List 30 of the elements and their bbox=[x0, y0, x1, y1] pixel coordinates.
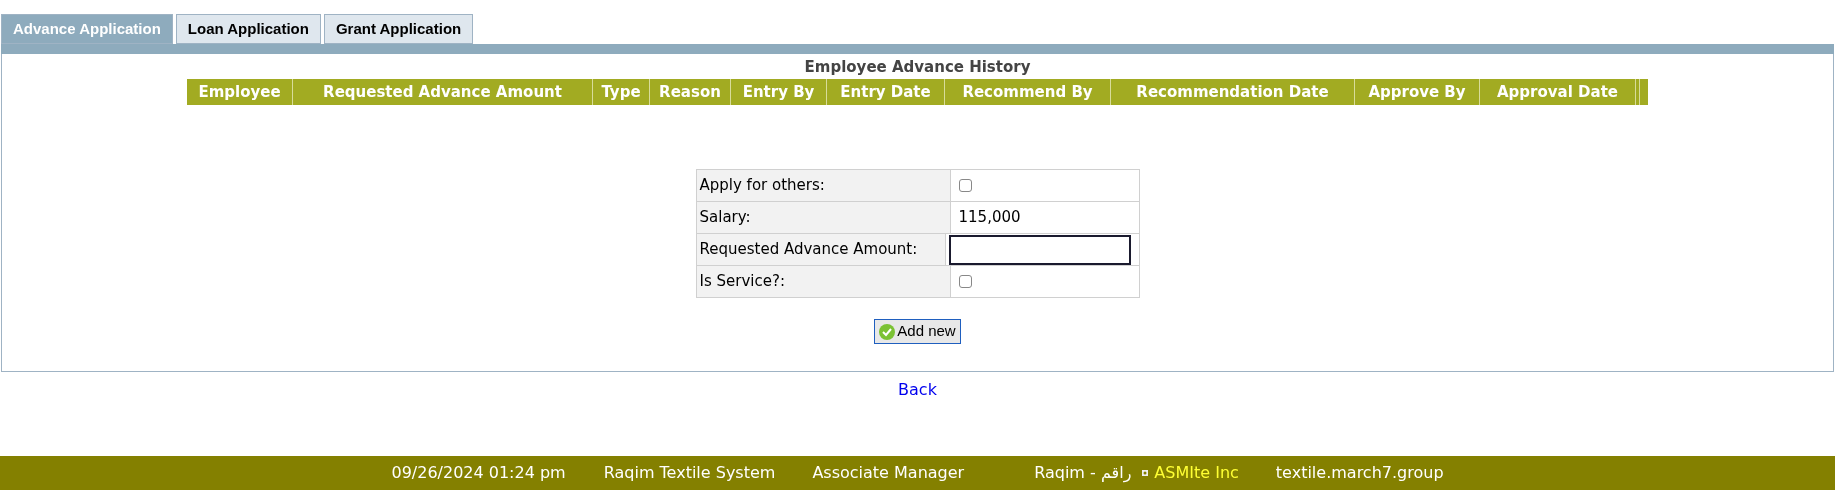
column-header: Recommend By bbox=[945, 79, 1111, 105]
field-label: Is Service?: bbox=[696, 266, 951, 297]
checkbox[interactable] bbox=[958, 179, 972, 192]
add-new-button[interactable]: Add new bbox=[874, 319, 961, 344]
column-header: Approve By bbox=[1355, 79, 1480, 105]
status-domain: textile.march7.group bbox=[1275, 462, 1444, 484]
column-header: Reason bbox=[650, 79, 731, 105]
checkbox[interactable] bbox=[958, 275, 972, 288]
column-header: Employee bbox=[187, 79, 293, 105]
field-label: Salary: bbox=[696, 202, 951, 233]
status-date: 09/26/2024 01:24 pm bbox=[391, 462, 566, 484]
field-label: Requested Advance Amount: bbox=[696, 234, 946, 265]
field-label: Apply for others: bbox=[696, 170, 951, 201]
column-header: Recommendation Date bbox=[1111, 79, 1355, 105]
status-system: Raqim Textile System bbox=[603, 462, 776, 484]
column-header: Approval Date bbox=[1480, 79, 1636, 105]
column-header: Requested Advance Amount bbox=[293, 79, 593, 105]
salary-value: 115,000 bbox=[958, 207, 1021, 229]
check-icon bbox=[879, 323, 896, 340]
back-link[interactable]: Back bbox=[898, 378, 937, 402]
table-title: Employee Advance History bbox=[804, 57, 1031, 77]
column-header: Type bbox=[593, 79, 650, 105]
tab[interactable]: Loan Application bbox=[175, 14, 321, 44]
input-field[interactable] bbox=[948, 234, 1131, 265]
tab[interactable]: Grant Application bbox=[323, 14, 474, 44]
status-company: ASMIte Inc bbox=[1154, 462, 1239, 484]
status-user: Raqim - راقم bbox=[1034, 462, 1132, 485]
column-header: Entry Date bbox=[827, 79, 945, 105]
column-header: Entry By bbox=[731, 79, 827, 105]
status-role: Associate Manager bbox=[812, 462, 965, 484]
